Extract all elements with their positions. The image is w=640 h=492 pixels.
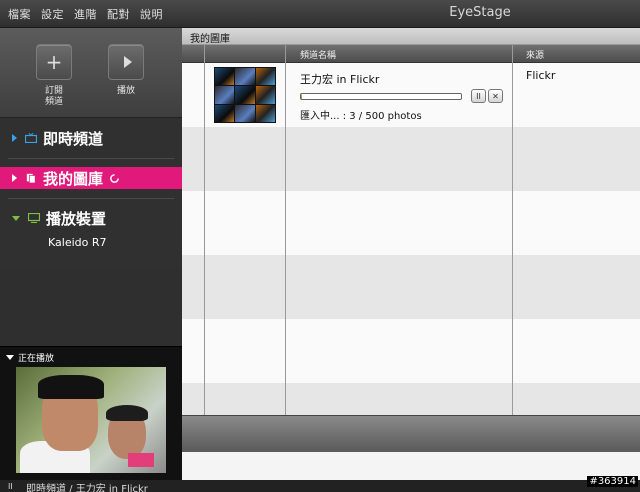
preview-shape [106, 405, 148, 421]
section-title: 我的圖庫 [190, 34, 230, 45]
pause-import-button[interactable]: II [471, 89, 486, 103]
cancel-import-button[interactable]: ✕ [488, 89, 503, 103]
watermark: #363914 [587, 476, 638, 487]
sidebar-toolbar: + 訂閱 頻道 播放 [0, 28, 182, 118]
column-divider [512, 45, 513, 443]
column-channel-name[interactable]: 頻道名稱 [300, 48, 336, 61]
sidebar-item-live-channels[interactable]: 即時頻道 [0, 127, 182, 149]
status-text: 即時頻道 / 王力宏 in Flickr [26, 484, 148, 492]
import-status: 匯入中... : 3 / 500 photos [300, 111, 422, 122]
photos-icon [26, 173, 36, 183]
preview-shape [128, 453, 154, 467]
menubar: 檔案 設定 進階 配對 說明 EyeStage [0, 0, 640, 28]
status-pause-icon[interactable]: II [8, 482, 13, 491]
column-source[interactable]: 來源 [526, 48, 544, 61]
play-tool: 播放 [106, 44, 146, 97]
table-row [182, 255, 640, 319]
play-button[interactable] [108, 44, 144, 80]
sidebar-nav: 即時頻道 我的圖庫 播放裝置 Kaleido R7 [0, 119, 182, 267]
play-label: 播放 [116, 86, 135, 96]
app-title: EyeStage [449, 5, 511, 20]
table-row [182, 319, 640, 383]
sidebar-item-playback-devices[interactable]: 播放裝置 [0, 207, 182, 229]
status-bar: II 即時頻道 / 王力宏 in Flickr [0, 480, 640, 492]
column-header: 頻道名稱 來源 [182, 45, 640, 63]
tv-icon [25, 133, 37, 143]
main-footer [182, 415, 640, 452]
refresh-icon [110, 173, 119, 183]
sidebar-item-label: 我的圖庫 [43, 169, 104, 188]
preview-shape [38, 375, 104, 399]
close-icon: ✕ [492, 91, 499, 101]
channel-list: 王力宏 in Flickr II ✕ 匯入中... : 3 / 500 phot… [182, 63, 640, 443]
column-divider [204, 45, 205, 443]
channel-thumbnail [214, 67, 276, 123]
monitor-icon [28, 213, 40, 223]
sidebar-item-label: 即時頻道 [43, 129, 104, 148]
collapse-arrow-icon [12, 215, 20, 221]
section-header: 我的圖庫 [182, 28, 640, 45]
subscribe-channel-label: 訂閱 頻道 [44, 86, 63, 107]
now-playing-panel: 正在播放 [0, 346, 182, 480]
column-divider [285, 45, 286, 443]
divider [8, 158, 174, 159]
device-kaleido-r7[interactable]: Kaleido R7 [48, 236, 107, 249]
now-playing-header[interactable]: 正在播放 [6, 351, 54, 364]
now-playing-label: 正在播放 [18, 354, 55, 364]
divider [8, 198, 174, 199]
collapse-arrow-icon [6, 355, 14, 360]
table-row[interactable]: 王力宏 in Flickr II ✕ 匯入中... : 3 / 500 phot… [182, 63, 640, 127]
channel-name: 王力宏 in Flickr [300, 73, 380, 86]
sidebar-item-label: 播放裝置 [46, 209, 107, 228]
sidebar-item-my-library[interactable]: 我的圖庫 [0, 167, 182, 189]
expand-arrow-icon [12, 134, 17, 142]
progress-fill [301, 94, 302, 99]
subscribe-channel-button[interactable]: + [36, 44, 72, 80]
subscribe-channel-tool: + 訂閱 頻道 [34, 44, 74, 108]
import-progress-bar [300, 93, 462, 100]
main-panel: 我的圖庫 頻道名稱 來源 王力宏 in Flickr II ✕ 匯入中... :… [182, 28, 640, 480]
channel-source: Flickr [526, 69, 556, 82]
sidebar: + 訂閱 頻道 播放 即時頻道 我的圖庫 播放裝置 Kaleido R7 正在播… [0, 28, 182, 480]
plus-icon: + [45, 50, 63, 74]
now-playing-preview[interactable] [16, 367, 166, 473]
table-row [182, 127, 640, 191]
play-icon [123, 56, 132, 68]
expand-arrow-icon [12, 174, 17, 182]
pause-icon: II [476, 91, 481, 101]
table-row [182, 191, 640, 255]
